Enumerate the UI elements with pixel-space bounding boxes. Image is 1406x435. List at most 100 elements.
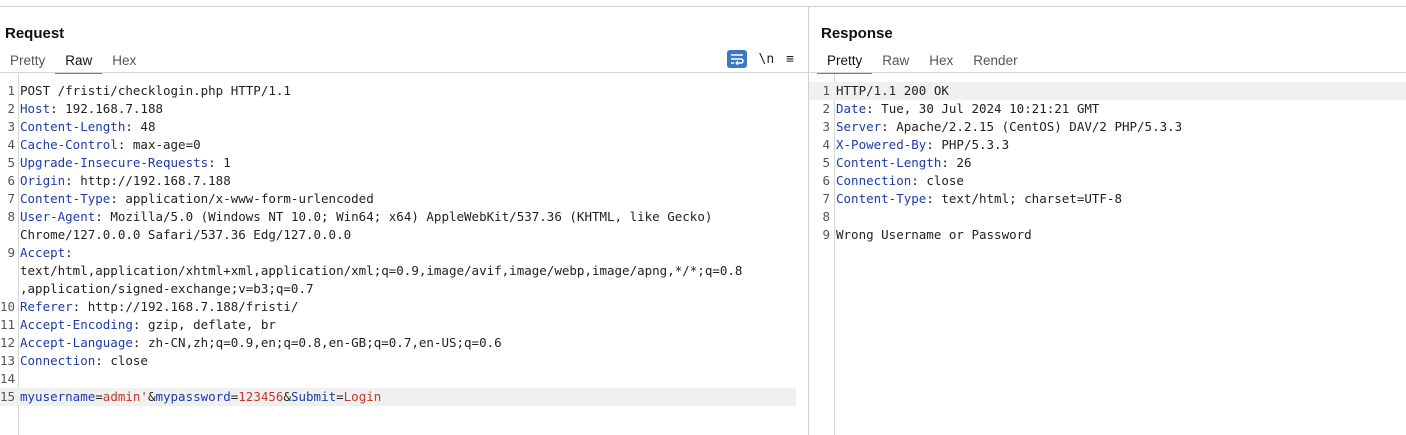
code-line: 14 bbox=[0, 370, 796, 388]
tab-raw[interactable]: Raw bbox=[55, 51, 103, 74]
code-line: 9 Accept: bbox=[0, 244, 796, 262]
header-value: Tue, 30 Jul 2024 10:21:21 GMT bbox=[873, 101, 1100, 116]
param-name: myusername bbox=[20, 389, 96, 404]
header-value: 48 bbox=[132, 119, 156, 134]
code-line: 11 Accept-Encoding: gzip, deflate, br bbox=[0, 316, 796, 334]
header-name: Accept-Language bbox=[20, 335, 133, 350]
response-tab-rule bbox=[809, 72, 1406, 73]
header-value: Mozilla/5.0 (Windows NT 10.0; Win64; x64… bbox=[102, 209, 713, 224]
code-line: 8 bbox=[809, 208, 1406, 226]
code-line: 7 Content-Type: text/html; charset=UTF-8 bbox=[809, 190, 1406, 208]
header-value: Apache/2.2.15 (CentOS) DAV/2 PHP/5.3.3 bbox=[888, 119, 1183, 134]
line-number: 4 bbox=[822, 137, 830, 152]
line-number: 7 bbox=[822, 191, 830, 206]
header-colon: : bbox=[125, 119, 133, 134]
code-line: ,application/signed-exchange;v=b3;q=0.7 bbox=[0, 280, 796, 298]
line-content: text/html,application/xhtml+xml,applicat… bbox=[20, 263, 743, 278]
line-text: Connection: close bbox=[836, 172, 964, 190]
line-content: Chrome/127.0.0.0 Safari/537.36 Edg/127.0… bbox=[20, 227, 352, 242]
code-line: 1 HTTP/1.1 200 OK bbox=[809, 82, 1406, 100]
line-number: 9 bbox=[822, 227, 830, 242]
line-text: Connection: close bbox=[20, 352, 148, 370]
line-number: 8 bbox=[7, 209, 15, 224]
header-colon: : bbox=[866, 101, 874, 116]
tab-render[interactable]: Render bbox=[963, 51, 1027, 73]
code-line: 5 Upgrade-Insecure-Requests: 1 bbox=[0, 154, 796, 172]
header-name: Referer bbox=[20, 299, 73, 314]
header-value: 192.168.7.188 bbox=[57, 101, 163, 116]
line-content: POST /fristi/checklogin.php HTTP/1.1 bbox=[20, 83, 291, 98]
line-number: 6 bbox=[7, 173, 15, 188]
code-line: 13 Connection: close bbox=[0, 352, 796, 370]
line-number: 9 bbox=[7, 245, 15, 260]
line-text: myusername=admin'&mypassword=123456&Subm… bbox=[20, 388, 381, 406]
code-line: 4 Cache-Control: max-age=0 bbox=[0, 136, 796, 154]
header-value: close bbox=[918, 173, 964, 188]
param-name: Submit bbox=[290, 389, 337, 404]
param-value: Login bbox=[343, 389, 382, 404]
line-number: 11 bbox=[0, 317, 16, 332]
line-text: Wrong Username or Password bbox=[836, 226, 1032, 244]
response-tabs: Pretty Raw Hex Render bbox=[817, 51, 1028, 74]
line-number: 2 bbox=[822, 101, 830, 116]
header-value: 1 bbox=[215, 155, 231, 170]
line-number: 3 bbox=[7, 119, 15, 134]
header-value: http://192.168.7.188/fristi/ bbox=[80, 299, 299, 314]
header-name: Accept bbox=[20, 245, 66, 260]
header-colon: : bbox=[50, 101, 58, 116]
tab-hex[interactable]: Hex bbox=[102, 51, 146, 73]
code-line: 1 POST /fristi/checklogin.php HTTP/1.1 bbox=[0, 82, 796, 100]
line-text: Server: Apache/2.2.15 (CentOS) DAV/2 PHP… bbox=[836, 118, 1182, 136]
line-text: Accept-Language: zh-CN,zh;q=0.9,en;q=0.8… bbox=[20, 334, 502, 352]
line-content: ,application/signed-exchange;v=b3;q=0.7 bbox=[20, 281, 314, 296]
line-text: Cache-Control: max-age=0 bbox=[20, 136, 201, 154]
word-wrap-button[interactable] bbox=[726, 50, 747, 68]
request-tabs: Pretty Raw Hex bbox=[0, 51, 146, 74]
header-name: Content-Length bbox=[836, 155, 942, 170]
header-value: application/x-www-form-urlencoded bbox=[117, 191, 374, 206]
line-number: 2 bbox=[7, 101, 15, 116]
line-text: POST /fristi/checklogin.php HTTP/1.1 bbox=[20, 82, 291, 100]
header-colon: : bbox=[941, 155, 949, 170]
line-text: Host: 192.168.7.188 bbox=[20, 100, 163, 118]
code-line: 3 Content-Length: 48 bbox=[0, 118, 796, 136]
line-text: Chrome/127.0.0.0 Safari/537.36 Edg/127.0… bbox=[20, 226, 351, 244]
header-name: Cache-Control bbox=[20, 137, 118, 152]
header-value: http://192.168.7.188 bbox=[72, 173, 231, 188]
line-text: Referer: http://192.168.7.188/fristi/ bbox=[20, 298, 298, 316]
header-colon: : bbox=[95, 209, 103, 224]
line-text: ,application/signed-exchange;v=b3;q=0.7 bbox=[20, 280, 314, 298]
menu-icon[interactable]: ≡ bbox=[786, 52, 794, 67]
tab-pretty[interactable]: Pretty bbox=[0, 51, 55, 73]
header-name: Upgrade-Insecure-Requests bbox=[20, 155, 209, 170]
param-equals: = bbox=[336, 389, 344, 404]
request-editor[interactable]: 1 POST /fristi/checklogin.php HTTP/1.1 2 Ho… bbox=[0, 74, 808, 435]
line-text: HTTP/1.1 200 OK bbox=[836, 82, 949, 100]
line-number: 14 bbox=[0, 371, 16, 386]
tab-pretty[interactable]: Pretty bbox=[817, 51, 873, 74]
line-number: 6 bbox=[822, 173, 830, 188]
header-name: Origin bbox=[20, 173, 66, 188]
header-colon: : bbox=[65, 245, 73, 260]
line-content: HTTP/1.1 200 OK bbox=[836, 83, 949, 98]
header-colon: : bbox=[65, 173, 73, 188]
line-text: User-Agent: Mozilla/5.0 (Windows NT 10.0… bbox=[20, 208, 712, 226]
line-text: Date: Tue, 30 Jul 2024 10:21:21 GMT bbox=[836, 100, 1099, 118]
header-name: User-Agent bbox=[20, 209, 96, 224]
header-value: PHP/5.3.3 bbox=[933, 137, 1010, 152]
line-text: Content-Type: text/html; charset=UTF-8 bbox=[836, 190, 1122, 208]
tab-hex[interactable]: Hex bbox=[919, 51, 963, 73]
line-content: Wrong Username or Password bbox=[836, 227, 1032, 242]
code-line: 2 Host: 192.168.7.188 bbox=[0, 100, 796, 118]
header-value: max-age=0 bbox=[125, 137, 201, 152]
line-number: 5 bbox=[7, 155, 15, 170]
code-line: 6 Connection: close bbox=[809, 172, 1406, 190]
header-colon: : bbox=[926, 191, 934, 206]
line-number: 5 bbox=[822, 155, 830, 170]
code-line: 15 myusername=admin'&mypassword=123456&Su… bbox=[0, 388, 796, 406]
response-editor[interactable]: 1 HTTP/1.1 200 OK 2 Date: Tue, 30 Jul 2024 … bbox=[809, 74, 1406, 435]
show-newlines-button[interactable]: \n bbox=[759, 52, 775, 67]
header-name: Content-Length bbox=[20, 119, 126, 134]
request-pane: Request Pretty Raw Hex \n ≡ 1 POST /fristi/… bbox=[0, 7, 808, 435]
tab-raw[interactable]: Raw bbox=[872, 51, 919, 73]
